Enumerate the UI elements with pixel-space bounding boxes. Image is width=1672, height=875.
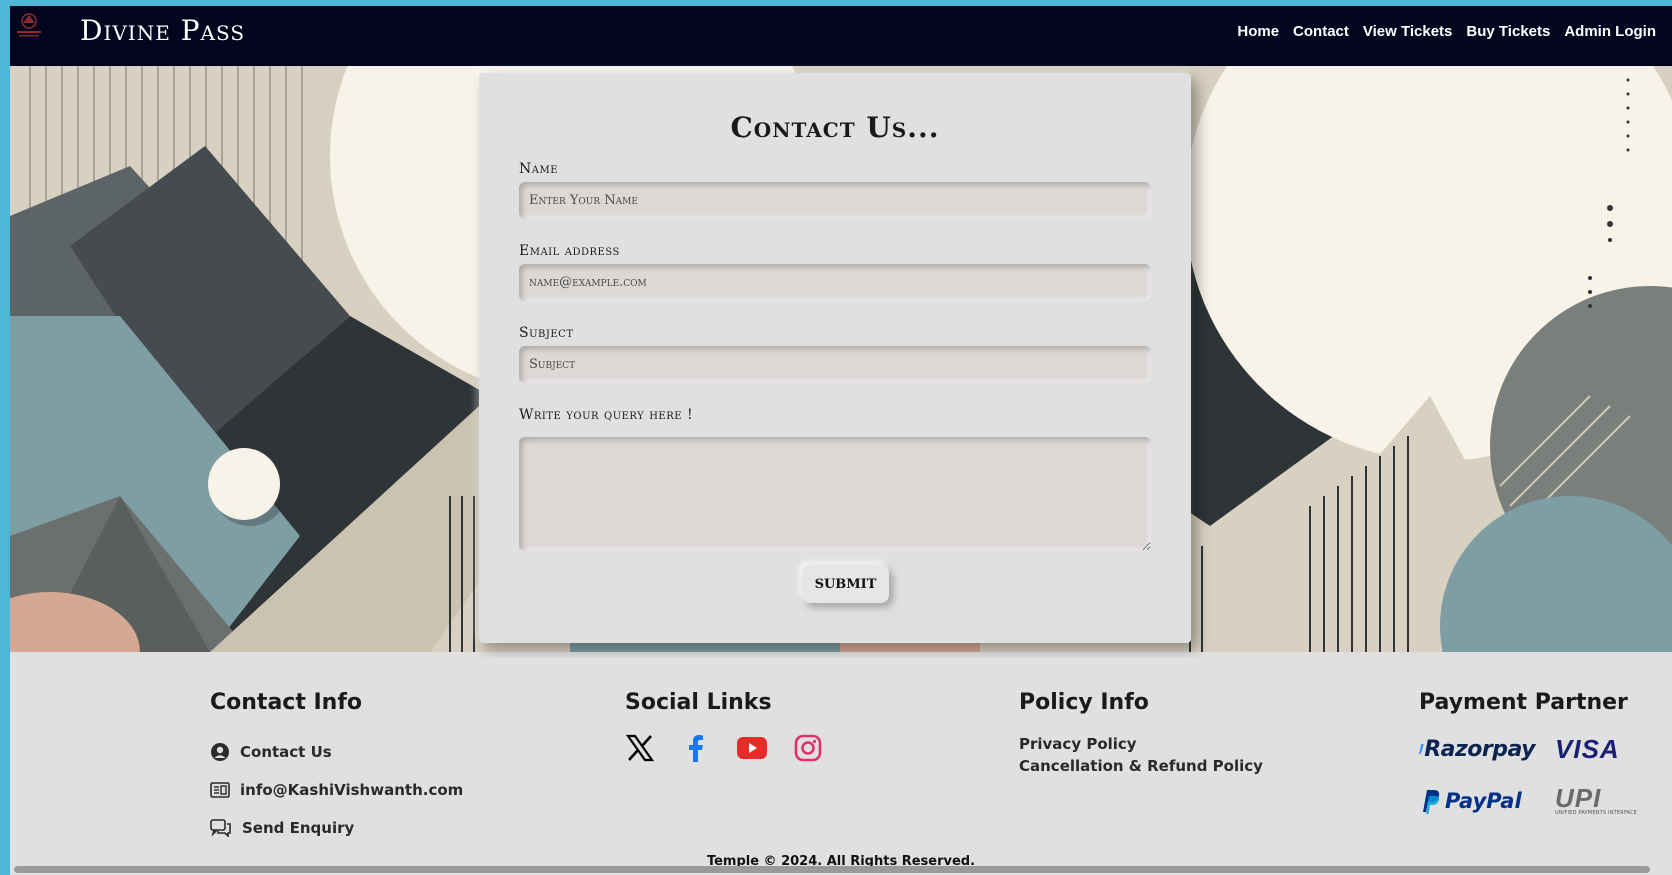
send-enquiry-label: Send Enquiry — [242, 819, 355, 837]
footer-social-links: Social Links — [625, 690, 823, 763]
temple-logo[interactable] — [12, 8, 46, 42]
facebook-icon — [689, 735, 703, 762]
instagram-link[interactable] — [793, 733, 823, 763]
query-label: Write your query here ! — [519, 407, 694, 423]
contact-us-label: Contact Us — [240, 743, 332, 761]
privacy-policy-link[interactable]: Privacy Policy — [1019, 733, 1263, 755]
footer-policy-info: Policy Info Privacy Policy Cancellation … — [1019, 690, 1263, 777]
id-card-icon — [210, 782, 230, 798]
youtube-icon — [737, 737, 767, 759]
upi-logo: UPI UNIFIED PAYMENTS INTERFACE — [1555, 783, 1655, 819]
email-link[interactable]: info@KashiVishwanth.com — [210, 771, 463, 809]
temple-logo-icon — [17, 13, 41, 37]
email-label-text: info@KashiVishwanth.com — [240, 781, 464, 799]
nav-view-tickets[interactable]: View Tickets — [1363, 23, 1453, 40]
chat-bubbles-icon — [210, 819, 231, 837]
facebook-link[interactable] — [681, 733, 711, 763]
paypal-text: PayPal — [1445, 789, 1522, 813]
browser-viewport: Divine Pass Home Contact View Tickets Bu… — [10, 6, 1672, 875]
policy-info-heading: Policy Info — [1019, 690, 1149, 715]
form-title: Contact Us... — [730, 111, 940, 144]
paypal-logo: PayPal — [1419, 783, 1535, 819]
query-textarea[interactable] — [519, 437, 1151, 551]
razorpay-logo: Razorpay — [1419, 731, 1535, 767]
razorpay-text: Razorpay — [1424, 736, 1535, 762]
name-input[interactable] — [519, 182, 1151, 219]
nav-home[interactable]: Home — [1237, 23, 1279, 40]
horizontal-scrollbar[interactable] — [14, 866, 1650, 873]
social-icons-row — [625, 733, 823, 763]
footer: Contact Info Contact Us info@KashiVishwa… — [10, 658, 1672, 875]
subject-input[interactable] — [519, 346, 1151, 383]
subject-label: Subject — [519, 325, 574, 341]
visa-text: VISA — [1555, 733, 1620, 764]
refund-policy-link[interactable]: Cancellation & Refund Policy — [1019, 755, 1263, 777]
user-circle-icon — [211, 743, 229, 761]
footer-contact-info: Contact Info Contact Us info@KashiVishwa… — [210, 690, 463, 847]
x-link[interactable] — [625, 733, 655, 763]
nav-admin-login[interactable]: Admin Login — [1564, 23, 1656, 40]
email-input[interactable] — [519, 264, 1151, 301]
visa-logo: VISA — [1555, 731, 1655, 767]
payment-partner-heading: Payment Partner — [1419, 690, 1628, 715]
nav-buy-tickets[interactable]: Buy Tickets — [1466, 23, 1550, 40]
contact-form: Contact Us... Name Email address Subject… — [479, 73, 1191, 643]
send-enquiry-link[interactable]: Send Enquiry — [210, 809, 463, 847]
name-label: Name — [519, 161, 559, 177]
contact-us-link[interactable]: Contact Us — [210, 733, 463, 771]
footer-payment-partner: Payment Partner Razorpay VISA PayPal UPI… — [1419, 690, 1655, 819]
email-label: Email address — [519, 243, 620, 259]
paypal-mark-icon — [1423, 790, 1440, 814]
x-icon — [625, 734, 655, 762]
instagram-icon — [794, 734, 822, 762]
youtube-link[interactable] — [737, 733, 767, 763]
upi-tagline: UNIFIED PAYMENTS INTERFACE — [1555, 810, 1638, 816]
brand-name[interactable]: Divine Pass — [80, 14, 245, 47]
social-links-heading: Social Links — [625, 690, 772, 715]
contact-info-heading: Contact Info — [210, 690, 363, 715]
upi-text: UPI — [1555, 783, 1602, 813]
payment-logos: Razorpay VISA PayPal UPI UNIFIED PAYMENT… — [1419, 731, 1655, 819]
submit-button[interactable]: SUBMIT — [802, 565, 889, 603]
nav-links: Home Contact View Tickets Buy Tickets Ad… — [1237, 23, 1656, 40]
nav-contact[interactable]: Contact — [1293, 23, 1349, 40]
navbar: Divine Pass Home Contact View Tickets Bu… — [10, 6, 1672, 66]
